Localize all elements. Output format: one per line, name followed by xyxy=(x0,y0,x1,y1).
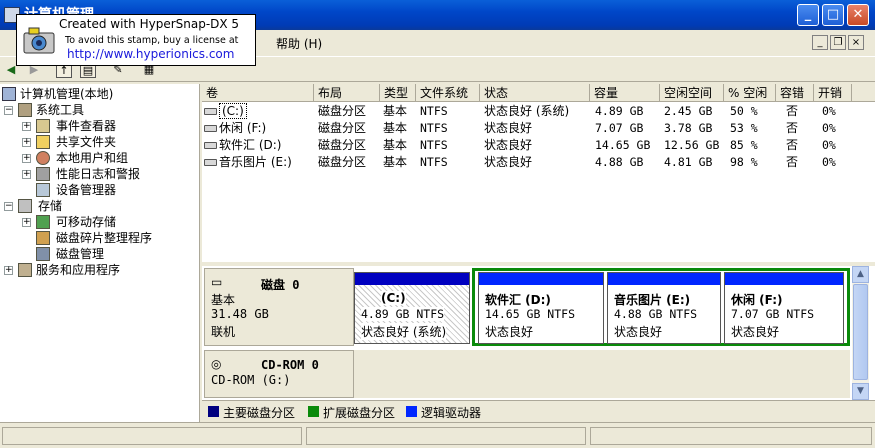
legend-extended: 扩展磁盘分区 xyxy=(323,406,396,420)
disk0-kind: 基本 xyxy=(211,293,236,307)
tree-item-perf-logs[interactable]: + 性能日志和警报 xyxy=(22,166,192,182)
tree-item-removable-storage[interactable]: + 可移动存储 xyxy=(22,214,192,230)
col-overhead[interactable]: 开销 xyxy=(814,84,852,102)
partition-f[interactable]: 休闲 (F:) 7.07 GB NTFS 状态良好 xyxy=(724,272,844,344)
col-status[interactable]: 状态 xyxy=(480,84,590,102)
shared-folder-icon xyxy=(36,135,50,149)
hypersnap-watermark: Created with HyperSnap-DX 5 To avoid thi… xyxy=(16,14,256,66)
storage-icon xyxy=(18,199,32,213)
col-layout[interactable]: 布局 xyxy=(314,84,380,102)
tree-item-local-users[interactable]: + 本地用户和组 xyxy=(22,150,192,166)
scroll-down-icon[interactable]: ▼ xyxy=(852,383,869,400)
volume-name: 音乐图片 (E:) xyxy=(219,155,292,169)
tree-item-event-viewer[interactable]: + 事件查看器 xyxy=(22,118,192,134)
cdrom0-sub: CD-ROM (G:) xyxy=(211,373,291,387)
users-icon xyxy=(36,151,50,165)
expand-icon[interactable]: + xyxy=(4,266,13,275)
tree-item-shared-folders[interactable]: + 共享文件夹 xyxy=(22,134,192,150)
defrag-icon xyxy=(36,231,50,245)
cdrom0-name: CD-ROM 0 xyxy=(261,358,319,372)
watermark-line2: To avoid this stamp, buy a license at xyxy=(65,35,239,46)
computer-icon xyxy=(2,87,16,101)
tree-item-disk-management[interactable]: 磁盘管理 xyxy=(22,246,192,262)
console-tree: 计算机管理(本地) − 系统工具 + 事件查看器 + 共享文件夹 + 本地用户和… xyxy=(0,84,200,422)
scroll-up-icon[interactable]: ▲ xyxy=(852,266,869,283)
performance-icon xyxy=(36,167,50,181)
col-capacity[interactable]: 容量 xyxy=(590,84,660,102)
volume-name: 软件汇 (D:) xyxy=(219,138,282,152)
col-pct-free[interactable]: % 空闲 xyxy=(724,84,776,102)
logical-swatch xyxy=(406,406,417,417)
expand-icon[interactable]: + xyxy=(22,154,31,163)
disk0-name: 磁盘 0 xyxy=(261,278,300,292)
volume-row[interactable]: 软件汇 (D:) 磁盘分区 基本 NTFS 状态良好 14.65 GB 12.5… xyxy=(202,137,875,154)
volume-name: 休闲 (F:) xyxy=(219,121,267,135)
cdrom0-label[interactable]: ◎ CD-ROM 0 CD-ROM (G:) xyxy=(204,350,354,398)
watermark-line1: Created with HyperSnap-DX 5 xyxy=(59,17,240,31)
col-type[interactable]: 类型 xyxy=(380,84,416,102)
drive-icon xyxy=(204,125,217,132)
volume-name: (C:) xyxy=(219,103,247,119)
col-filesystem[interactable]: 文件系统 xyxy=(416,84,480,102)
removable-storage-icon xyxy=(36,215,50,229)
collapse-icon[interactable]: − xyxy=(4,106,13,115)
tree-item-storage[interactable]: − 存储 xyxy=(4,198,194,214)
partition-d[interactable]: 软件汇 (D:) 14.65 GB NTFS 状态良好 xyxy=(478,272,604,344)
camera-icon xyxy=(23,27,55,54)
col-fault-tolerance[interactable]: 容错 xyxy=(776,84,814,102)
disk-icon: ▭ xyxy=(211,275,223,289)
extended-swatch xyxy=(308,406,319,417)
services-icon xyxy=(18,263,32,277)
tree-item-services[interactable]: + 服务和应用程序 xyxy=(4,262,194,278)
disk-view-scrollbar[interactable]: ▲ ▼ xyxy=(852,266,869,400)
volume-list: 卷 布局 类型 文件系统 状态 容量 空闲空间 % 空闲 容错 开销 (C:) … xyxy=(202,84,875,262)
drive-icon xyxy=(204,108,217,115)
drive-icon xyxy=(204,159,217,166)
volume-row[interactable]: 休闲 (F:) 磁盘分区 基本 NTFS 状态良好 7.07 GB 3.78 G… xyxy=(202,120,875,137)
volume-row[interactable]: (C:) 磁盘分区 基本 NTFS 状态良好 (系统) 4.89 GB 2.45… xyxy=(202,103,875,120)
drive-icon xyxy=(204,142,217,149)
disk-management-icon xyxy=(36,247,50,261)
legend-logical: 逻辑驱动器 xyxy=(421,406,482,420)
expand-icon[interactable]: + xyxy=(22,138,31,147)
cdrom-icon: ◎ xyxy=(211,357,222,371)
disk0-size: 31.48 GB xyxy=(211,307,269,321)
toolbox-icon xyxy=(18,103,32,117)
device-manager-icon xyxy=(36,183,50,197)
watermark-url: http://www.hyperionics.com xyxy=(67,47,235,61)
expand-icon[interactable]: + xyxy=(22,218,31,227)
expand-icon[interactable]: + xyxy=(22,122,31,131)
mdi-restore-button[interactable]: ❐ xyxy=(830,35,846,50)
menu-help[interactable]: 帮助 (H) xyxy=(276,35,322,52)
primary-swatch xyxy=(208,406,219,417)
scroll-thumb[interactable] xyxy=(853,284,868,380)
mdi-minimize-button[interactable]: _ xyxy=(812,35,828,50)
volume-row[interactable]: 音乐图片 (E:) 磁盘分区 基本 NTFS 状态良好 4.88 GB 4.81… xyxy=(202,154,875,171)
collapse-icon[interactable]: − xyxy=(4,202,13,211)
mdi-close-button[interactable]: × xyxy=(848,35,864,50)
status-bar xyxy=(0,422,875,448)
partition-legend: 主要磁盘分区 扩展磁盘分区 逻辑驱动器 xyxy=(202,400,875,422)
close-button[interactable]: ✕ xyxy=(847,4,869,26)
disk0-state: 联机 xyxy=(211,325,236,339)
col-volume[interactable]: 卷 xyxy=(202,84,314,102)
tree-item-defrag[interactable]: 磁盘碎片整理程序 xyxy=(22,230,192,246)
legend-primary: 主要磁盘分区 xyxy=(223,406,296,420)
partition-e[interactable]: 音乐图片 (E:) 4.88 GB NTFS 状态良好 xyxy=(607,272,721,344)
col-free-space[interactable]: 空闲空间 xyxy=(660,84,724,102)
expand-icon[interactable]: + xyxy=(22,170,31,179)
tree-item-device-manager[interactable]: 设备管理器 xyxy=(22,182,192,198)
disk0-label[interactable]: ▭ 磁盘 0 基本 31.48 GB 联机 xyxy=(204,268,354,346)
minimize-button[interactable]: _ xyxy=(797,4,819,26)
tree-item-system-tools[interactable]: − 系统工具 xyxy=(4,102,194,118)
disk-graphical-view: ▭ 磁盘 0 基本 31.48 GB 联机 (C:) 4.89 GB NTFS … xyxy=(202,266,875,422)
volume-list-header: 卷 布局 类型 文件系统 状态 容量 空闲空间 % 空闲 容错 开销 xyxy=(202,84,875,102)
maximize-button[interactable]: □ xyxy=(822,4,844,26)
event-viewer-icon xyxy=(36,119,50,133)
partition-c[interactable]: (C:) 4.89 GB NTFS 状态良好 (系统) xyxy=(354,272,470,344)
